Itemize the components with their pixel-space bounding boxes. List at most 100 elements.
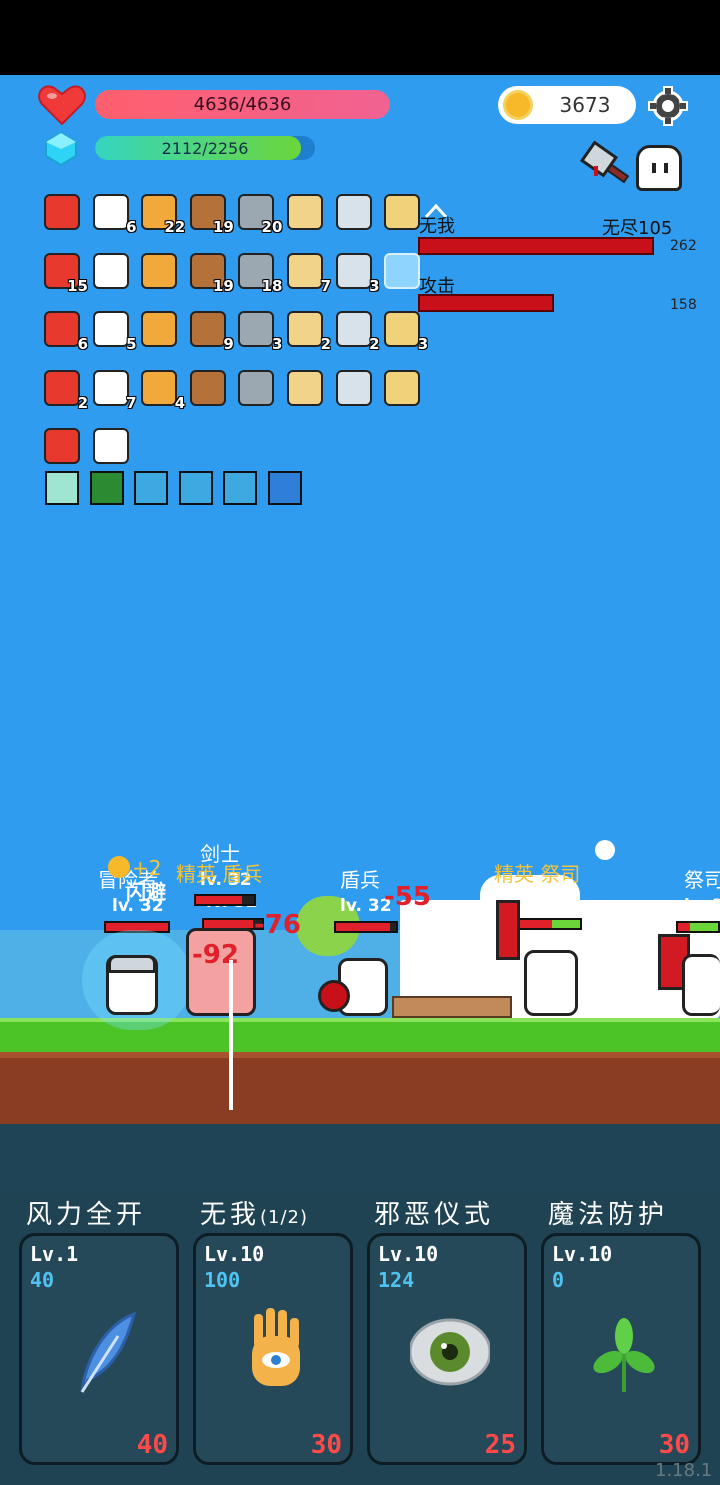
coin-gain: +2 (132, 856, 162, 880)
skill-card[interactable]: Lv.10 100 30 (193, 1233, 353, 1465)
inventory-item[interactable] (40, 190, 84, 234)
broadsword-icon (335, 194, 372, 230)
unit-name: 精英 盾兵 (176, 862, 263, 886)
inventory-item[interactable] (137, 307, 181, 351)
inventory-item[interactable] (380, 190, 424, 234)
inventory-item[interactable] (137, 249, 181, 293)
inventory-item[interactable]: 2 (283, 307, 331, 353)
item-count: 20 (261, 218, 283, 236)
inventory-item[interactable]: 20 (234, 190, 282, 236)
spiral-icon (134, 471, 168, 505)
ice-cream-icon (287, 252, 323, 289)
coin-icon (503, 90, 533, 120)
eye-icon (408, 1306, 492, 1396)
spiral-icon (223, 471, 257, 505)
skill-name-text: 魔法防护 (548, 1200, 669, 1230)
inventory-item[interactable]: 3 (332, 249, 380, 295)
coin-icon (108, 856, 130, 878)
skill-card[interactable]: Lv.1 40 40 (19, 1233, 179, 1465)
inventory-item[interactable]: 22 (137, 190, 185, 236)
sock-icon (384, 311, 421, 347)
inventory-item[interactable] (380, 366, 424, 410)
item-count: 19 (212, 218, 234, 236)
inventory-item[interactable]: 3 (380, 307, 428, 353)
stat-value: 158 (670, 297, 697, 313)
item-count: 2 (77, 393, 88, 412)
magnet-icon (44, 194, 80, 230)
skill-level: Lv.10 (552, 1242, 613, 1266)
treasure-map-icon (384, 194, 421, 230)
skill-name: 魔法防护 (548, 1194, 668, 1231)
version-label: 1.18.1 (655, 1460, 713, 1481)
skill-value: 100 (204, 1268, 241, 1292)
item-count: 15 (67, 276, 88, 295)
skill-name-text: 风力全开 (26, 1200, 147, 1230)
inventory-item[interactable] (283, 366, 327, 410)
skill-card[interactable]: Lv.10 0 30 (541, 1233, 701, 1465)
skill-cost: 30 (310, 1430, 342, 1460)
inventory-item[interactable] (186, 366, 230, 410)
pill-icon (238, 369, 275, 406)
gold-amount: 3673 (559, 93, 611, 117)
inventory-item[interactable]: 15 (40, 249, 88, 295)
skill-cost: 30 (658, 1430, 690, 1460)
unit-hp-bar (516, 918, 582, 930)
skill-level: Lv.10 (204, 1242, 265, 1266)
poison-icon (89, 471, 124, 505)
ruby-icon (92, 428, 129, 464)
inventory-item[interactable]: 7 (89, 366, 137, 412)
inventory-item[interactable]: 2 (40, 366, 88, 412)
skull-book-icon (141, 311, 178, 347)
ghost-button[interactable] (636, 145, 682, 191)
inventory-item[interactable] (40, 424, 84, 468)
inventory-item[interactable] (332, 190, 376, 234)
skill-value: 124 (378, 1268, 415, 1292)
inventory-item[interactable]: 19 (186, 190, 234, 236)
inventory-item[interactable]: 2 (332, 307, 380, 353)
strawberry-icon (92, 369, 129, 406)
hp-text: 4636/4636 (193, 94, 292, 115)
cleaver-icon[interactable] (580, 140, 632, 192)
light-slash (229, 960, 233, 1110)
stat-label: 无我 (419, 216, 455, 237)
item-count: 22 (164, 218, 186, 236)
skill-card[interactable]: Lv.10 124 25 (367, 1233, 527, 1465)
inventory-item[interactable]: 5 (89, 307, 137, 353)
coconut-icon (141, 369, 178, 406)
skill-name-text: 无我 (200, 1200, 261, 1230)
dice-icon (44, 369, 80, 406)
inventory-item[interactable]: 6 (40, 307, 88, 353)
mp-bar: 2112/2256 (95, 136, 315, 160)
inventory-item[interactable]: 18 (234, 249, 282, 295)
item-count: 3 (417, 335, 429, 353)
inventory-item[interactable] (89, 249, 133, 293)
inventory-item[interactable]: 9 (186, 307, 234, 353)
inventory-item[interactable]: 3 (234, 307, 282, 353)
skill-name: 无我(1/2) (200, 1194, 308, 1231)
item-count: 2 (320, 335, 331, 353)
inventory-item[interactable]: 4 (137, 366, 185, 412)
ghost-eye (664, 163, 668, 173)
item-count: 6 (126, 218, 137, 236)
heart-icon (38, 85, 86, 126)
inventory-item[interactable] (234, 366, 278, 410)
inventory-item[interactable] (332, 366, 376, 410)
priest-sprite (682, 954, 720, 1016)
viking-helmet-icon (141, 252, 178, 289)
mp-text: 2112/2256 (161, 138, 249, 158)
item-count: 3 (271, 335, 283, 353)
inventory-item[interactable]: 19 (186, 249, 234, 295)
inventory-item[interactable]: 6 (89, 190, 137, 236)
inventory-item[interactable] (283, 190, 327, 234)
inventory-item[interactable]: 7 (283, 249, 331, 295)
item-count: 6 (77, 335, 88, 353)
cloud (595, 840, 615, 860)
gear-icon[interactable] (648, 86, 688, 126)
item-count: 9 (223, 335, 234, 353)
bookmark-icon (335, 252, 372, 289)
skill-cost: 25 (484, 1430, 516, 1460)
inventory-item[interactable] (89, 424, 133, 468)
spiked-ball-icon (92, 311, 129, 347)
inventory-item[interactable] (380, 249, 424, 293)
shirt-icon (92, 252, 129, 289)
